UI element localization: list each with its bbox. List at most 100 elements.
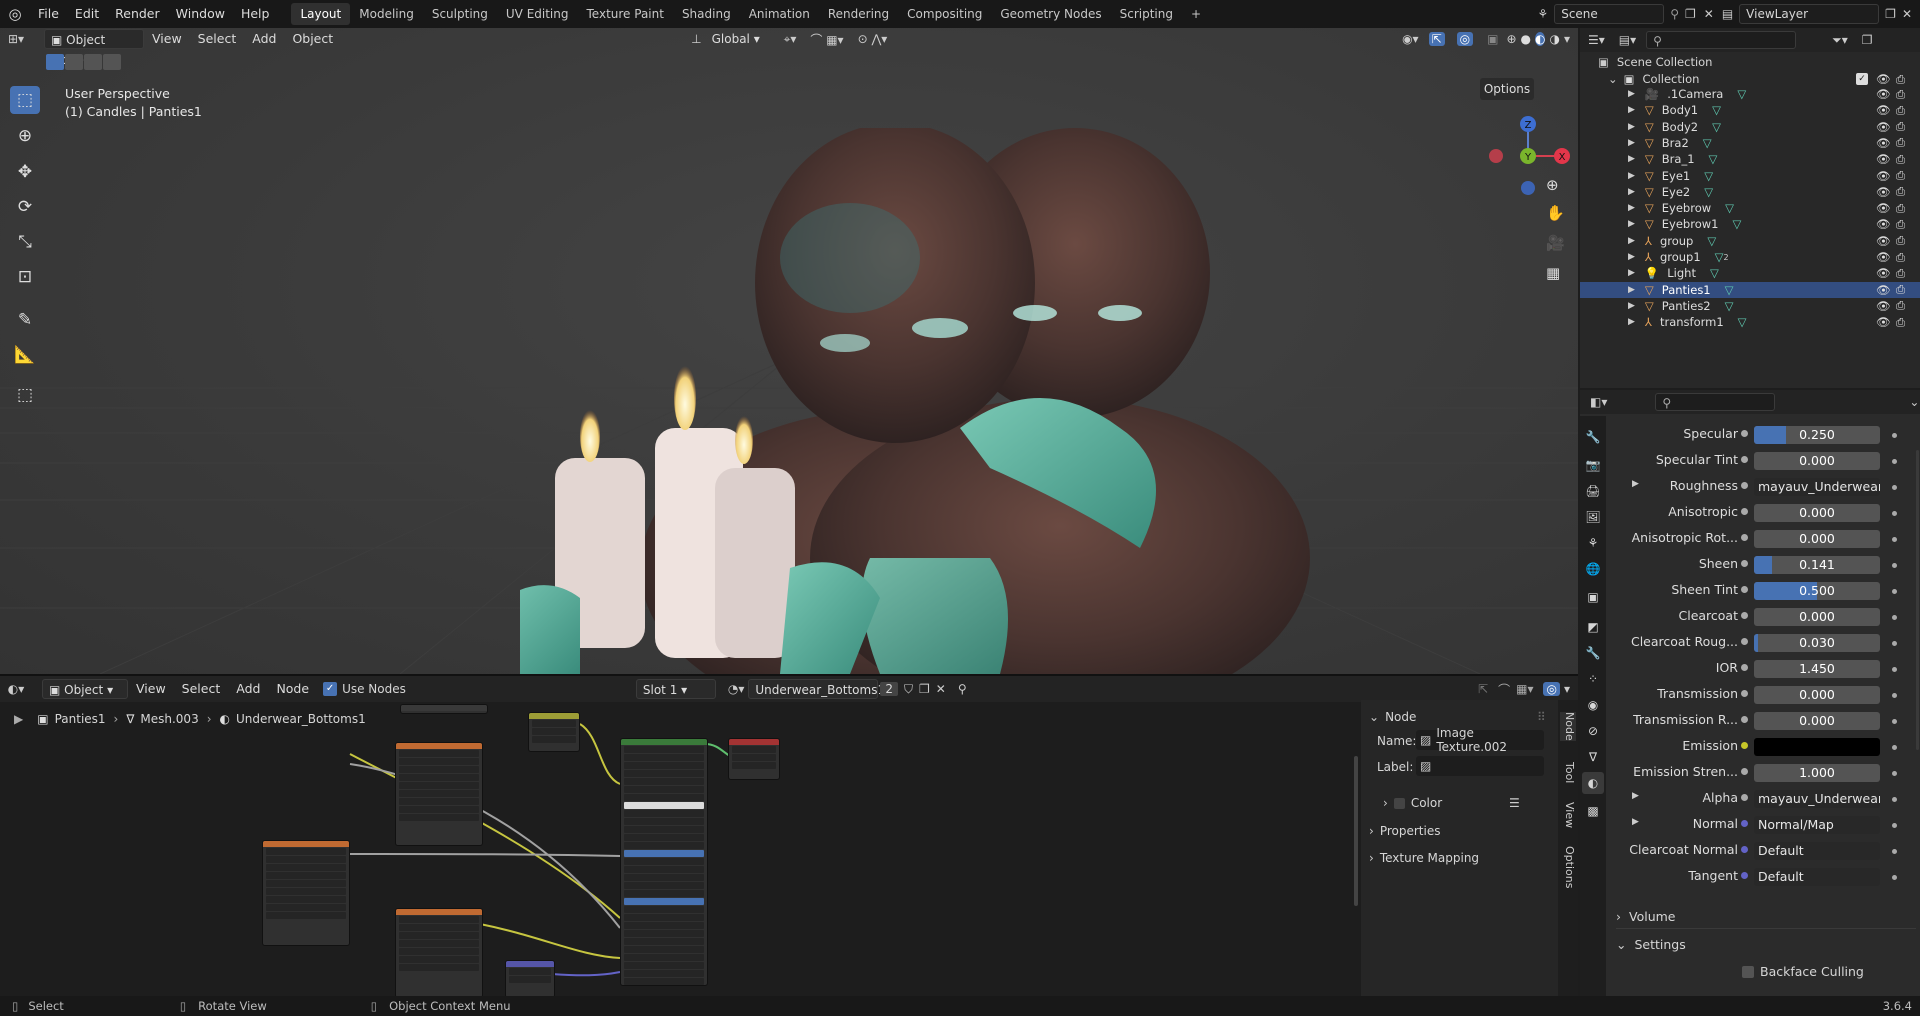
eye-icon[interactable]: 👁 <box>1876 299 1891 313</box>
outliner-item-bra-1[interactable]: ▶ ▽ Bra_1 ▽ 👁 ⎙ <box>1580 151 1920 167</box>
outliner-search-input[interactable]: ⚲ <box>1646 31 1797 49</box>
annotate-tool[interactable]: ✎ <box>10 306 40 334</box>
socket-dot-icon[interactable] <box>1741 794 1748 801</box>
keyframe-dot-icon[interactable] <box>1892 823 1897 828</box>
select-extend-icon[interactable] <box>65 54 83 70</box>
keyframe-dot-icon[interactable] <box>1892 745 1897 750</box>
tool-tab-icon[interactable]: 🔧 <box>1582 426 1604 448</box>
expand-chevron-icon[interactable]: ▶ <box>1628 138 1635 148</box>
menu-render[interactable]: Render <box>107 0 168 28</box>
outliner[interactable]: ☰▾ ▤▾ ⚲ ⏷▾ ❐ ▣ Scene Collection ⌄ ▣ Coll… <box>1580 28 1920 388</box>
expand-chevron-icon[interactable]: ▶ <box>1628 285 1635 295</box>
viewport-menu-select[interactable]: Select <box>190 28 245 50</box>
modifier-data-icon[interactable]: ▽ <box>1712 103 1721 117</box>
eye-icon[interactable]: 👁 <box>1876 217 1891 231</box>
menu-help[interactable]: Help <box>233 0 278 28</box>
new-scene-icon[interactable]: ❐ <box>1685 7 1696 21</box>
camera-render-icon[interactable]: ⎙ <box>1896 201 1905 216</box>
modifier-data-icon[interactable]: ▽ <box>1725 299 1734 313</box>
prop-value-sheen-tint[interactable]: 0.500 <box>1754 582 1880 600</box>
node-image-texture-002[interactable] <box>262 840 350 946</box>
keyframe-dot-icon[interactable] <box>1892 875 1897 880</box>
prop-value-roughness[interactable]: mayauv_Underwear_... <box>1754 478 1880 496</box>
expand-chevron-icon[interactable]: ▶ <box>1628 105 1635 115</box>
eye-icon[interactable]: 👁 <box>1876 250 1891 264</box>
camera-render-icon[interactable]: ⎙ <box>1896 217 1905 232</box>
node-overlay-dropdown-icon[interactable]: ▾ <box>1564 682 1570 696</box>
shader-editor[interactable]: ◐▾ ▣ Object ▾ View Select Add Node ✓ Use… <box>0 674 1578 998</box>
eye-icon[interactable]: 👁 <box>1876 201 1891 215</box>
orientation-selector[interactable]: Global ▾ <box>706 29 778 49</box>
keyframe-dot-icon[interactable] <box>1892 433 1897 438</box>
prop-value-ior[interactable]: 1.450 <box>1754 660 1880 678</box>
modifier-tab-icon[interactable]: 🔧 <box>1582 642 1604 664</box>
modifier-data-icon[interactable]: ▽ <box>1704 169 1713 183</box>
rotate-tool[interactable]: ⟳ <box>10 193 40 221</box>
modifier-data-icon[interactable]: ▽ <box>1703 136 1712 150</box>
outliner-item-body1[interactable]: ▶ ▽ Body1 ▽ 👁 ⎙ <box>1580 102 1920 118</box>
view-layer-tab-icon[interactable]: 🖼 <box>1582 506 1604 528</box>
snap-node-element-icon[interactable]: ▦▾ <box>1516 682 1533 696</box>
tab-options[interactable]: Options <box>1560 846 1576 888</box>
properties-type-icon[interactable]: ◧▾ <box>1590 395 1607 409</box>
socket-dot-icon[interactable] <box>1741 742 1748 749</box>
expand-chevron-icon[interactable]: ▶ <box>1628 154 1635 164</box>
zoom-icon[interactable]: ⊕ <box>1546 176 1559 194</box>
prop-value-transmission-r-[interactable]: 0.000 <box>1754 712 1880 730</box>
camera-render-icon[interactable]: ⎙ <box>1896 250 1905 265</box>
select-box-tool[interactable]: ⬚ <box>10 86 40 114</box>
select-new-icon[interactable] <box>46 54 64 70</box>
camera-render-icon[interactable]: ⎙ <box>1896 168 1905 183</box>
volume-panel-header[interactable]: › Volume <box>1616 906 1916 926</box>
socket-dot-icon[interactable] <box>1741 482 1748 489</box>
xray-icon[interactable]: ▣ <box>1487 32 1498 46</box>
outliner-item-panties2[interactable]: ▶ ▽ Panties2 ▽ 👁 ⎙ <box>1580 298 1920 314</box>
outliner-item--1camera[interactable]: ▶ 🎥 .1Camera ▽ 👁 ⎙ <box>1580 86 1920 102</box>
texture-tab-icon[interactable]: ▩ <box>1582 800 1604 822</box>
render-tab-icon[interactable]: 📷 <box>1582 454 1604 476</box>
menu-file[interactable]: File <box>30 0 67 28</box>
outliner-item-bra2[interactable]: ▶ ▽ Bra2 ▽ 👁 ⎙ <box>1580 135 1920 151</box>
keyframe-dot-icon[interactable] <box>1892 771 1897 776</box>
prop-value-emission[interactable] <box>1754 738 1880 756</box>
keyframe-dot-icon[interactable] <box>1892 719 1897 724</box>
physics-tab-icon[interactable]: ◉ <box>1582 694 1604 716</box>
eye-icon[interactable]: 👁 <box>1876 120 1891 134</box>
move-tool[interactable]: ✥ <box>10 158 40 186</box>
node-overlay-icon[interactable]: ◎ <box>1543 682 1560 696</box>
expand-chevron-icon[interactable]: ▶ <box>1628 122 1635 132</box>
tab-animation[interactable]: Animation <box>740 3 819 25</box>
collection-checkbox[interactable]: ✓ <box>1856 73 1868 85</box>
outliner-item-light[interactable]: ▶ 💡 Light ▽ 👁 ⎙ <box>1580 265 1920 281</box>
particles-tab-icon[interactable]: ⁘ <box>1582 668 1604 690</box>
transform-tool[interactable]: ⊡ <box>10 263 40 291</box>
menu-window[interactable]: Window <box>168 0 233 28</box>
keyframe-dot-icon[interactable] <box>1892 641 1897 646</box>
prop-value-anisotropic-rot-[interactable]: 0.000 <box>1754 530 1880 548</box>
camera-render-icon[interactable]: ⎙ <box>1896 87 1905 102</box>
shading-material-icon[interactable]: ◐ <box>1535 32 1546 46</box>
expand-chevron-icon[interactable]: ▶ <box>1628 252 1635 262</box>
node-principled-bsdf[interactable] <box>620 738 708 986</box>
collapse-chevron-icon[interactable]: ⌄ <box>1608 72 1618 86</box>
properties-search-input[interactable]: ⚲ <box>1655 393 1776 411</box>
outliner-item-transform1[interactable]: ▶ ⅄ transform1 ▽ 👁 ⎙ <box>1580 314 1920 330</box>
keyframe-dot-icon[interactable] <box>1892 797 1897 802</box>
prop-value-clearcoat-roug-[interactable]: 0.030 <box>1754 634 1880 652</box>
prop-value-sheen[interactable]: 0.141 <box>1754 556 1880 574</box>
modifier-data-icon[interactable]: ▽ <box>1704 185 1713 199</box>
keyframe-dot-icon[interactable] <box>1892 485 1897 490</box>
expand-chevron-icon[interactable]: ▶ <box>1628 89 1635 99</box>
socket-dot-icon[interactable] <box>1741 716 1748 723</box>
camera-render-icon[interactable]: ⎙ <box>1896 315 1905 330</box>
socket-dot-icon[interactable] <box>1741 534 1748 541</box>
node-label-field[interactable]: ▨ <box>1416 756 1544 776</box>
node-material-output[interactable] <box>728 738 780 780</box>
pan-hand-icon[interactable]: ✋ <box>1546 204 1565 222</box>
outliner-item-eyebrow[interactable]: ▶ ▽ Eyebrow ▽ 👁 ⎙ <box>1580 200 1920 216</box>
perspective-toggle-icon[interactable]: ▦ <box>1546 264 1560 282</box>
socket-dot-icon[interactable] <box>1741 638 1748 645</box>
tab-rendering[interactable]: Rendering <box>819 3 898 25</box>
proportional-edit-icon[interactable]: ⊙ ⋀▾ <box>858 32 888 46</box>
new-view-layer-icon[interactable]: ❐ <box>1885 7 1896 21</box>
